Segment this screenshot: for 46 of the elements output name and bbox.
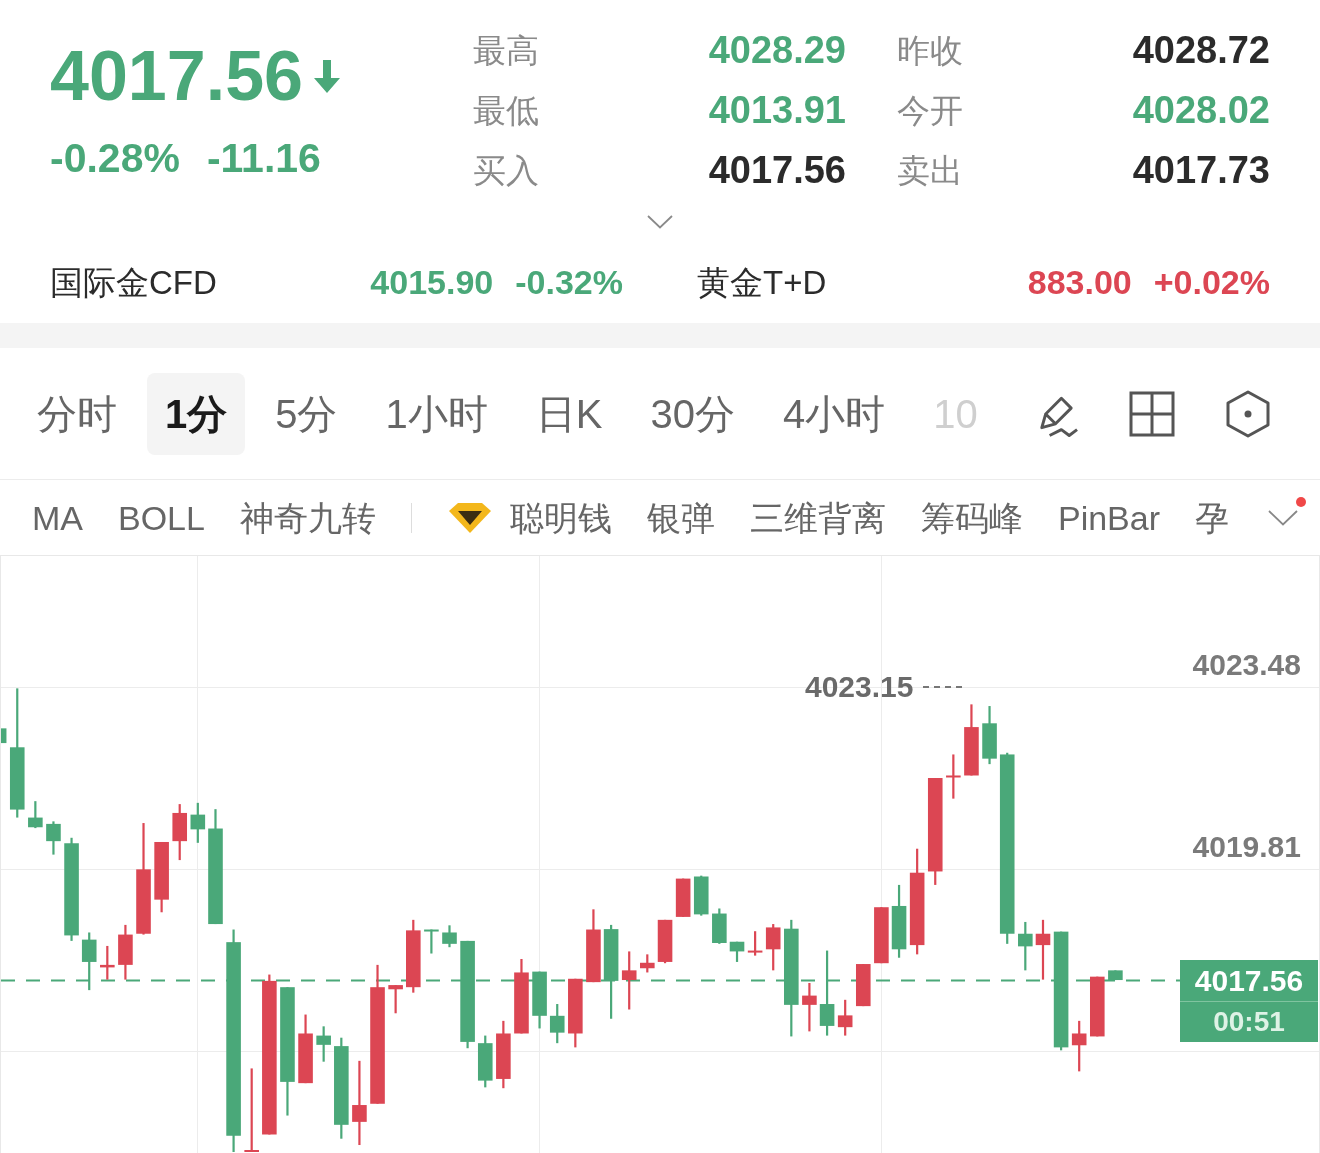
stat-label: 卖出 xyxy=(897,153,963,187)
market-change: -0.32% xyxy=(515,265,623,299)
indicator-button[interactable]: 三维背离 xyxy=(749,500,886,535)
stat-label: 最高 xyxy=(473,33,539,67)
price-axis-label: 4019.81 xyxy=(1192,832,1301,862)
indicator-button[interactable]: MA xyxy=(32,500,83,535)
stat-value: 4028.72 xyxy=(1132,31,1270,69)
grid-icon[interactable] xyxy=(1129,390,1175,437)
period-tab[interactable]: 5分 xyxy=(257,372,356,455)
stat-label: 买入 xyxy=(473,153,539,187)
stat-label: 昨收 xyxy=(897,33,963,67)
indicator-button[interactable]: PinBar xyxy=(1057,500,1160,535)
indicator-button[interactable]: 孕 xyxy=(1195,500,1229,535)
period-tab[interactable]: 30分 xyxy=(632,372,753,455)
high-price-label: 4023.15 xyxy=(805,672,914,702)
price-axis-label: 4023.48 xyxy=(1192,650,1301,680)
chevron-down-icon[interactable] xyxy=(647,215,673,229)
period-tab[interactable]: 1分 xyxy=(147,372,246,455)
hexagon-icon[interactable] xyxy=(1225,389,1271,438)
indicator-button[interactable]: 筹码峰 xyxy=(920,500,1023,535)
period-tab[interactable]: 分时 xyxy=(19,372,135,455)
change-percent: -0.28% xyxy=(50,138,180,179)
period-tab[interactable]: 日K xyxy=(517,372,621,455)
stat-label: 今开 xyxy=(897,93,963,127)
stat-value: 4028.02 xyxy=(1132,91,1270,129)
stat-value: 4017.73 xyxy=(1132,151,1270,189)
countdown-label: 00:51 xyxy=(1213,1008,1285,1036)
market-change: +0.02% xyxy=(1153,265,1270,299)
stat-label: 最低 xyxy=(473,93,539,127)
stat-value: 4017.56 xyxy=(708,151,846,189)
market-name: 黄金T+D xyxy=(697,265,827,299)
last-price-label: 4017.56 xyxy=(1194,965,1304,996)
indicator-button[interactable]: BOLL xyxy=(118,500,205,535)
market-price: 4015.90 xyxy=(370,265,494,299)
period-tab[interactable]: 4小时 xyxy=(764,372,904,455)
indicator-button[interactable]: 银弹 xyxy=(646,500,715,535)
stat-value: 4028.29 xyxy=(708,31,846,69)
indicator-button[interactable]: 聪明钱 xyxy=(446,500,612,535)
market-price: 883.00 xyxy=(1027,265,1132,299)
change-amount: -11.16 xyxy=(206,138,321,179)
indicator-button[interactable]: 神奇九转 xyxy=(239,500,376,535)
market-name: 国际金CFD xyxy=(50,265,217,299)
last-price: 4017.56 xyxy=(50,41,304,111)
period-tab[interactable]: 1小时 xyxy=(367,372,506,455)
stat-value: 4013.91 xyxy=(708,91,846,129)
chevron-down-icon xyxy=(1267,509,1298,526)
